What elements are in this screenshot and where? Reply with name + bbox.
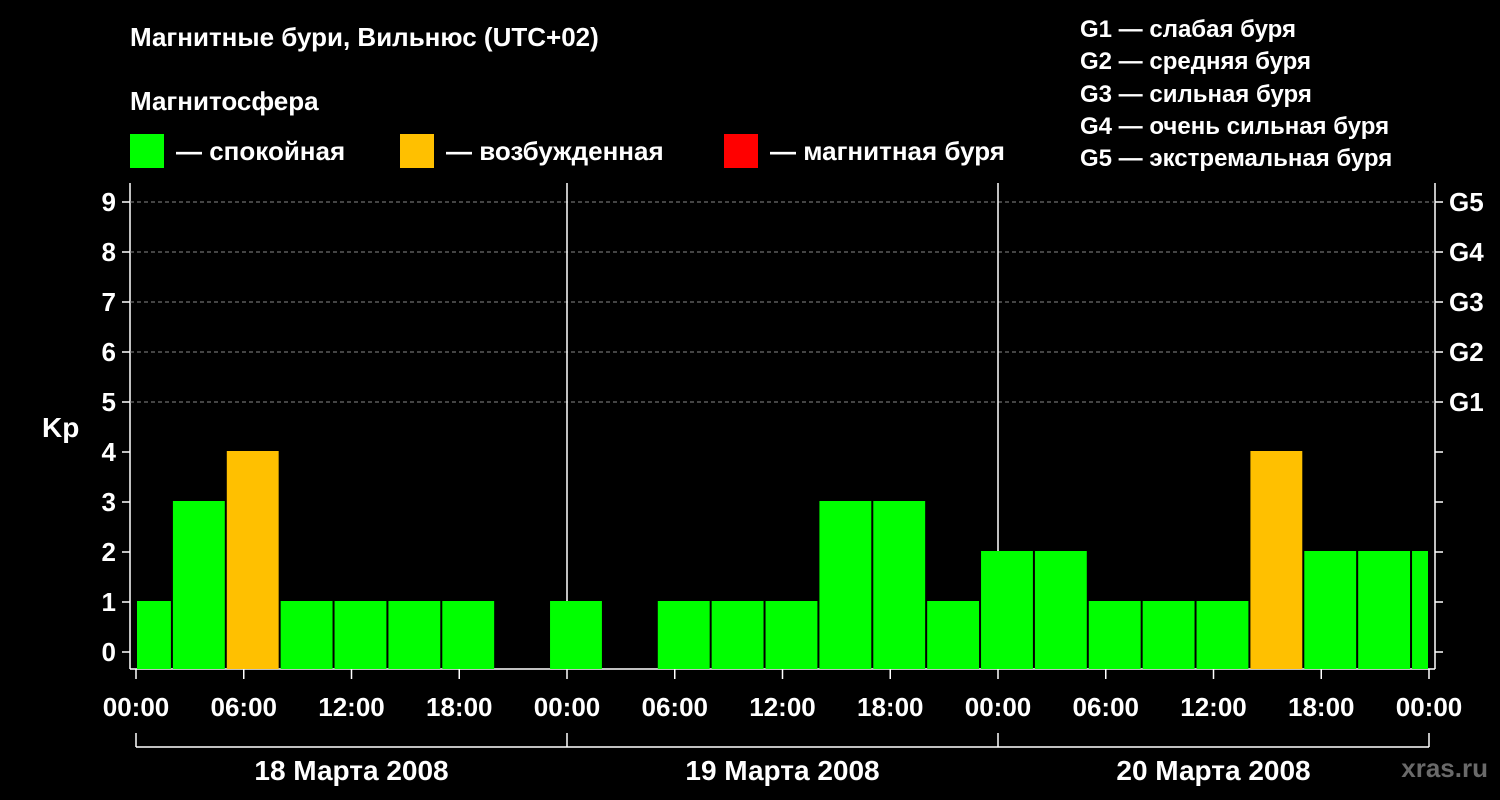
day-label: 18 Марта 2008 bbox=[254, 755, 448, 786]
bar bbox=[1412, 551, 1428, 669]
bar bbox=[280, 601, 333, 669]
y-tick-label: 3 bbox=[102, 487, 116, 517]
right-axis-label: G2 bbox=[1449, 337, 1484, 367]
bar bbox=[137, 601, 171, 669]
x-tick-label: 12:00 bbox=[318, 692, 385, 722]
bar bbox=[657, 601, 710, 669]
x-tick-label: 18:00 bbox=[1288, 692, 1355, 722]
y-tick-label: 7 bbox=[102, 287, 116, 317]
x-tick-label: 12:00 bbox=[749, 692, 816, 722]
y-tick-label: 6 bbox=[102, 337, 116, 367]
right-axis-label: G5 bbox=[1449, 187, 1484, 217]
x-tick-label: 00:00 bbox=[965, 692, 1032, 722]
y-tick-label: 0 bbox=[102, 637, 116, 667]
x-tick-label: 12:00 bbox=[1180, 692, 1247, 722]
bar bbox=[226, 451, 279, 669]
x-tick-label: 00:00 bbox=[534, 692, 601, 722]
watermark: xras.ru bbox=[1401, 753, 1488, 783]
bar bbox=[1304, 551, 1357, 669]
y-tick-label: 2 bbox=[102, 537, 116, 567]
bar bbox=[711, 601, 764, 669]
bar bbox=[1358, 551, 1411, 669]
bar bbox=[819, 501, 872, 669]
bar bbox=[388, 601, 441, 669]
y-tick-label: 8 bbox=[102, 237, 116, 267]
right-axis-label: G3 bbox=[1449, 287, 1484, 317]
x-tick-label: 06:00 bbox=[642, 692, 709, 722]
x-tick-label: 00:00 bbox=[1396, 692, 1463, 722]
bar bbox=[172, 501, 225, 669]
kp-chart: 0 1 2 3 4 5 6 7 8 9 G1 G2 G3 G4 G5 Kp 00:00 06:00 12:00 18:… bbox=[42, 183, 1484, 786]
x-tick-label: 18:00 bbox=[857, 692, 924, 722]
bar bbox=[334, 601, 387, 669]
bar bbox=[1088, 601, 1141, 669]
bar bbox=[873, 501, 926, 669]
y-axis-label: Kp bbox=[42, 412, 79, 443]
day-label: 20 Марта 2008 bbox=[1116, 755, 1310, 786]
y-tick-label: 5 bbox=[102, 387, 116, 417]
bar bbox=[550, 601, 602, 669]
right-axis-label: G4 bbox=[1449, 237, 1484, 267]
y-tick-label: 1 bbox=[102, 587, 116, 617]
x-tick-label: 06:00 bbox=[1073, 692, 1140, 722]
bar bbox=[1034, 551, 1087, 669]
y-tick-label: 9 bbox=[102, 187, 116, 217]
x-tick-label: 18:00 bbox=[426, 692, 493, 722]
right-axis-label: G1 bbox=[1449, 387, 1484, 417]
bar bbox=[765, 601, 818, 669]
bar bbox=[927, 601, 980, 669]
bar bbox=[442, 601, 495, 669]
bar bbox=[1142, 601, 1195, 669]
bar bbox=[1196, 601, 1249, 669]
day-label: 19 Марта 2008 bbox=[685, 755, 879, 786]
x-tick-label: 06:00 bbox=[211, 692, 278, 722]
bar bbox=[1250, 451, 1303, 669]
x-tick-label: 00:00 bbox=[103, 692, 170, 722]
y-tick-label: 4 bbox=[102, 437, 117, 467]
bar bbox=[981, 551, 1033, 669]
